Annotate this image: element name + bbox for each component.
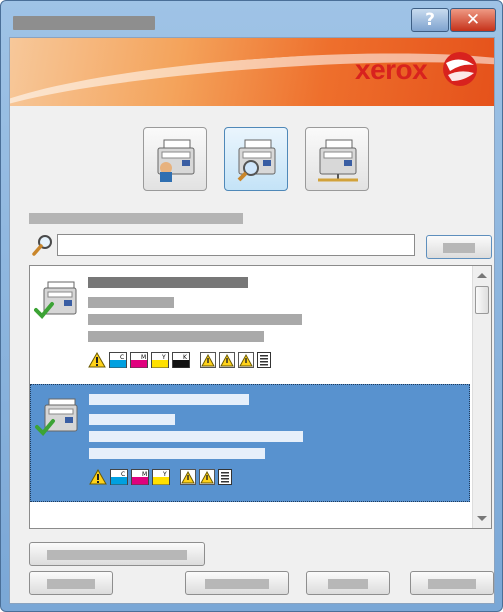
- toner-c-icon: C: [109, 352, 127, 368]
- mode-button-network-printer[interactable]: [305, 127, 369, 191]
- supply-warning-icon: [199, 469, 215, 485]
- scroll-thumb[interactable]: [475, 286, 489, 314]
- toner-y-icon: Y: [151, 352, 169, 368]
- xerox-logo-icon: [443, 52, 477, 86]
- next-button-label: [205, 579, 269, 589]
- printer-list-item-selected[interactable]: CMY: [30, 384, 470, 502]
- cancel-button-label: [428, 579, 476, 589]
- warning-triangle-icon: [89, 469, 107, 485]
- printer-detail-line: [88, 277, 248, 288]
- toner-m-icon: M: [130, 352, 148, 368]
- xerox-banner: xerox: [10, 38, 494, 106]
- svg-text:Y: Y: [162, 471, 167, 478]
- search-label: [29, 213, 243, 224]
- printer-user-icon: [157, 139, 195, 182]
- printer-search-icon: [237, 139, 276, 182]
- magnifier-icon: [32, 235, 52, 256]
- advanced-button[interactable]: [29, 542, 205, 566]
- search-input[interactable]: [57, 234, 415, 256]
- list-icon: [257, 352, 271, 368]
- search-button-label: [443, 243, 475, 253]
- dialog-client-area: xerox C M Y K C M Y: [9, 37, 495, 604]
- svg-text:C: C: [121, 471, 125, 478]
- toner-k-icon: K: [172, 352, 190, 368]
- xerox-logo-text: xerox: [355, 54, 428, 85]
- list-icon: [218, 469, 232, 485]
- printer-ok-icon: [34, 281, 77, 319]
- printer-detail-line: [88, 297, 174, 308]
- printer-list-item[interactable]: C M YK: [30, 268, 470, 386]
- svg-text:M: M: [141, 354, 146, 361]
- printer-detail-line: [89, 431, 303, 442]
- supply-warning-icon: [180, 469, 196, 485]
- help-button[interactable]: ?: [411, 8, 449, 32]
- install-button-label: [328, 579, 368, 589]
- svg-text:C: C: [120, 354, 124, 361]
- cancel-button[interactable]: [410, 571, 494, 595]
- mode-button-local-printer[interactable]: [143, 127, 207, 191]
- title-bar[interactable]: ? ✕: [1, 1, 502, 37]
- close-button[interactable]: ✕: [450, 8, 496, 32]
- window-title: [13, 16, 155, 30]
- install-button[interactable]: [306, 571, 390, 595]
- supply-warning-icon: [200, 352, 216, 368]
- supply-warning-icon: [219, 352, 235, 368]
- toner-y-icon: Y: [152, 469, 170, 485]
- toner-c-icon: C: [110, 469, 128, 485]
- printer-list-scrollbar[interactable]: [472, 266, 491, 528]
- scroll-up-arrow-icon[interactable]: [477, 273, 487, 278]
- printer-detail-line: [89, 448, 265, 459]
- next-button[interactable]: [185, 571, 289, 595]
- search-button[interactable]: [426, 235, 492, 259]
- svg-text:Y: Y: [161, 354, 166, 361]
- back-button[interactable]: [29, 571, 113, 595]
- mode-button-discover-printers[interactable]: [224, 127, 288, 191]
- svg-text:M: M: [142, 471, 147, 478]
- toner-m-icon: M: [131, 469, 149, 485]
- printer-list[interactable]: CMYK CMY: [29, 265, 492, 529]
- back-button-label: [47, 579, 95, 589]
- dialog-window: ? ✕ xerox C M Y K C M Y: [0, 0, 503, 612]
- printer-detail-line: [88, 314, 302, 325]
- warning-triangle-icon: [88, 352, 106, 368]
- printer-detail-line: [88, 331, 264, 342]
- advanced-button-label: [47, 550, 187, 560]
- supply-warning-icon: [238, 352, 254, 368]
- printer-ok-icon: [35, 398, 78, 436]
- printer-network-icon: [318, 139, 358, 182]
- printer-detail-line: [89, 394, 249, 405]
- scroll-down-arrow-icon[interactable]: [477, 516, 487, 521]
- printer-detail-line: [89, 414, 175, 425]
